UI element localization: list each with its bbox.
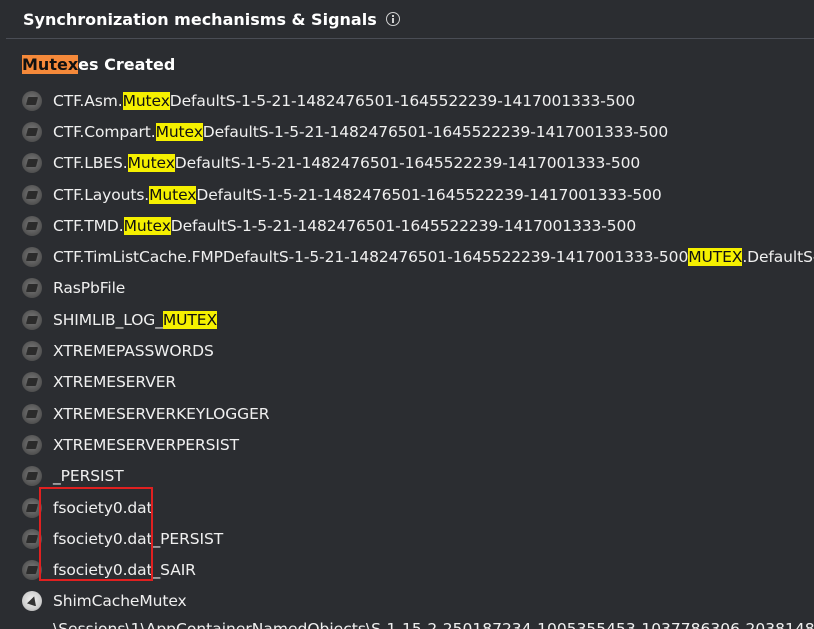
mutex-name-prefix: SHIMLIB_LOG_ (53, 310, 163, 329)
title-rest: es Created (78, 55, 176, 74)
mutex-item[interactable]: CTF.Layouts.MutexDefaultS-1-5-21-1482476… (22, 179, 814, 210)
mutex-item[interactable]: SHIMLIB_LOG_MUTEX (22, 304, 814, 335)
search-match-highlight: Mutex (127, 154, 175, 173)
mutex-name-prefix: CTF.Layouts. (53, 185, 150, 204)
info-circle-icon[interactable] (385, 12, 400, 26)
list-item-partial: \Sessions\1\AppContainerNamedObjects\S-1… (53, 620, 814, 629)
mutex-icon (22, 121, 42, 142)
mutex-icon (22, 403, 42, 424)
mutex-icon (22, 497, 42, 518)
section-header: Synchronization mechanisms & Signals (0, 0, 814, 38)
mutex-name-suffix: DefaultS-1-5-21-1482476501-1645522239-14… (174, 154, 641, 173)
mutex-item[interactable]: XTREMEPASSWORDS (22, 335, 814, 366)
mutex-name: XTREMESERVERPERSIST (53, 436, 239, 454)
mutex-item[interactable]: CTF.TMD.MutexDefaultS-1-5-21-1482476501-… (22, 210, 814, 241)
mutex-name-prefix: CTF.Asm. (53, 91, 123, 110)
mutex-name-prefix: fsociety0.dat (53, 498, 153, 517)
mutex-name: CTF.TMD.MutexDefaultS-1-5-21-1482476501-… (53, 216, 637, 235)
mutex-icon (22, 309, 42, 330)
mutex-name: RasPbFile (53, 279, 125, 297)
mutex-item[interactable]: XTREMESERVERKEYLOGGER (22, 398, 814, 429)
mutex-name: CTF.TimListCache.FMPDefaultS-1-5-21-1482… (53, 248, 814, 267)
section-title: Synchronization mechanisms & Signals (23, 9, 377, 29)
search-match-highlight: Mutex (155, 122, 203, 141)
mutex-name-prefix: CTF.LBES. (53, 154, 128, 173)
mutex-icon (22, 528, 42, 549)
mutex-name-prefix: fsociety0.dat_PERSIST (53, 529, 224, 548)
mutex-name: XTREMESERVER (53, 373, 176, 391)
mutex-name-prefix: XTREMESERVERKEYLOGGER (53, 404, 270, 423)
mutex-name: CTF.Asm.MutexDefaultS-1-5-21-1482476501-… (53, 91, 636, 110)
search-match-highlight: MUTEX (688, 248, 743, 267)
mutex-item[interactable]: XTREMESERVERPERSIST (22, 429, 814, 460)
mutex-name-prefix: CTF.Compart. (53, 122, 156, 141)
search-match-highlight: Mutex (149, 185, 197, 204)
mutex-icon (22, 90, 42, 111)
mutex-icon (22, 278, 42, 299)
mutex-name-prefix: XTREMESERVERPERSIST (53, 435, 239, 454)
mutex-name: CTF.Compart.MutexDefaultS-1-5-21-1482476… (53, 122, 669, 141)
mutex-name-prefix: fsociety0.dat_SAIR (53, 561, 196, 580)
mutex-icon (22, 153, 42, 174)
subsection-title: Mutexes Created (22, 54, 175, 76)
mutex-icon (22, 372, 42, 393)
mutex-item[interactable]: CTF.LBES.MutexDefaultS-1-5-21-1482476501… (22, 148, 814, 179)
section-divider (6, 38, 814, 39)
mutex-item[interactable]: fsociety0.dat (22, 492, 814, 523)
mutex-name-prefix: ShimCacheMutex (53, 592, 187, 611)
mutex-item[interactable]: ShimCacheMutex (22, 586, 814, 617)
mutex-item[interactable]: fsociety0.dat_PERSIST (22, 523, 814, 554)
mutex-name-prefix: RasPbFile (53, 279, 126, 298)
mutex-item[interactable]: XTREMESERVER (22, 367, 814, 398)
mutex-item[interactable]: CTF.Asm.MutexDefaultS-1-5-21-1482476501-… (22, 85, 814, 116)
mutex-item[interactable]: CTF.Compart.MutexDefaultS-1-5-21-1482476… (22, 116, 814, 147)
mutex-name: fsociety0.dat (53, 499, 153, 517)
mutex-item[interactable]: RasPbFile (22, 273, 814, 304)
mutex-name: fsociety0.dat_SAIR (53, 561, 196, 579)
mutex-icon (22, 215, 42, 236)
search-match-highlight: Mutex (122, 91, 170, 110)
mutex-name: CTF.LBES.MutexDefaultS-1-5-21-1482476501… (53, 154, 641, 173)
mutex-name: CTF.Layouts.MutexDefaultS-1-5-21-1482476… (53, 185, 662, 204)
mutex-item[interactable]: _PERSIST (22, 461, 814, 492)
mutex-name-suffix: DefaultS-1-5-21-1482476501-1645522239-14… (196, 185, 662, 204)
mutex-icon (22, 560, 42, 581)
mutex-icon (22, 434, 42, 455)
mutex-name-suffix: DefaultS-1-5-21-1482476501-1645522239-14… (170, 216, 637, 235)
mutex-name-prefix: CTF.TMD. (53, 216, 124, 235)
mutex-name-suffix: .DefaultS-1-5-21- (742, 248, 814, 267)
mutex-icon (22, 341, 42, 362)
mutex-name-suffix: DefaultS-1-5-21-1482476501-1645522239-14… (169, 91, 636, 110)
mutex-name: SHIMLIB_LOG_MUTEX (53, 310, 217, 329)
mutex-name: XTREMEPASSWORDS (53, 342, 214, 360)
shim-icon (22, 591, 42, 612)
search-match-highlight: MUTEX (162, 310, 217, 329)
search-match-highlight: Mutex (123, 216, 171, 235)
mutex-icon (22, 247, 42, 268)
mutex-item[interactable]: CTF.TimListCache.FMPDefaultS-1-5-21-1482… (22, 241, 814, 272)
mutex-name: fsociety0.dat_PERSIST (53, 530, 223, 548)
mutex-name-prefix: XTREMESERVER (53, 373, 177, 392)
title-highlight: Mutex (22, 55, 79, 74)
mutex-icon (22, 184, 42, 205)
page: Synchronization mechanisms & Signals Mut… (0, 0, 814, 629)
mutex-icon (22, 466, 42, 487)
mutex-name-prefix: XTREMEPASSWORDS (53, 342, 214, 361)
mutex-name: ShimCacheMutex (53, 592, 187, 610)
mutex-name-prefix: _PERSIST (53, 467, 124, 486)
mutex-list: CTF.Asm.MutexDefaultS-1-5-21-1482476501-… (22, 85, 814, 617)
mutex-item[interactable]: fsociety0.dat_SAIR (22, 554, 814, 585)
mutex-name: _PERSIST (53, 467, 124, 485)
mutex-name-suffix: DefaultS-1-5-21-1482476501-1645522239-14… (202, 122, 669, 141)
mutex-name-prefix: CTF.TimListCache.FMPDefaultS-1-5-21-1482… (53, 248, 689, 267)
mutex-name: XTREMESERVERKEYLOGGER (53, 404, 270, 423)
